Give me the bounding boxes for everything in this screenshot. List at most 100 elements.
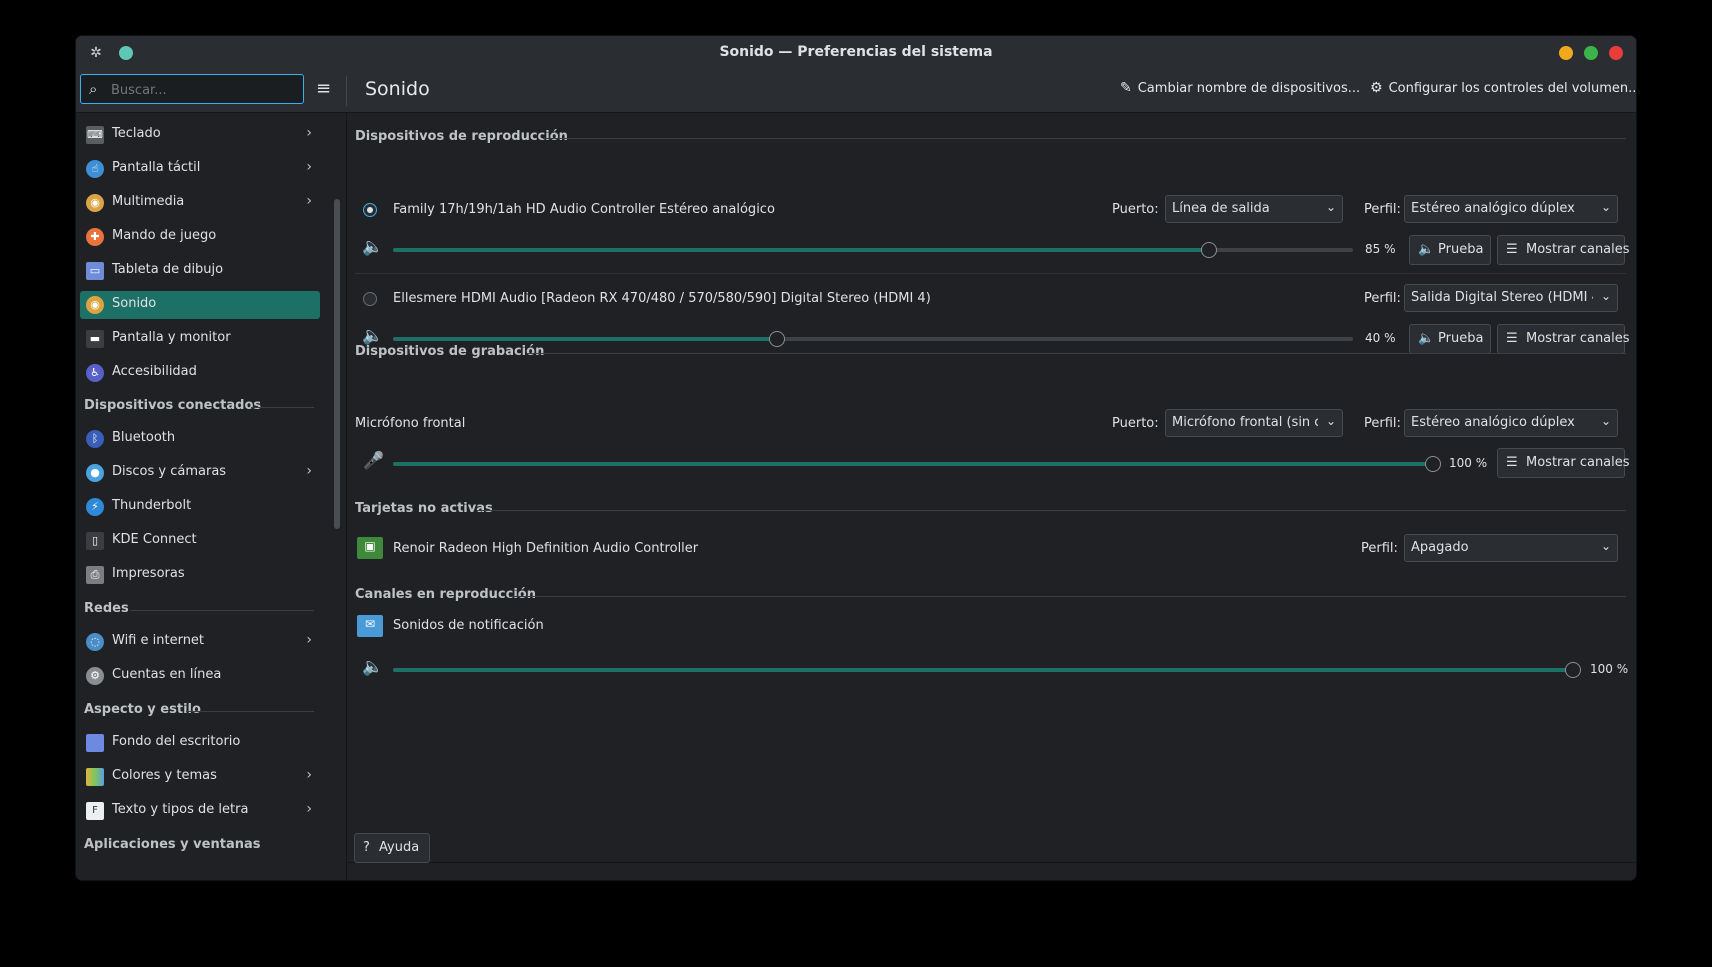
chevron-right-icon: › xyxy=(306,193,312,209)
profile-select[interactable]: Estéreo analógico dúplex ⌄ xyxy=(1404,195,1618,223)
sidebar: ⌨ Teclado › ☝ Pantalla táctil › ◉ Multim… xyxy=(76,113,324,880)
slider-handle[interactable] xyxy=(769,331,785,347)
profile-select[interactable]: Apagado ⌄ xyxy=(1404,534,1618,562)
section-heading-connected-devices: Dispositivos conectados xyxy=(84,398,262,413)
test-button-1[interactable]: 🔈 Prueba xyxy=(1409,235,1491,265)
chevron-down-icon: ⌄ xyxy=(1325,200,1336,214)
disks-icon: ● xyxy=(86,464,104,482)
sidebar-item-drawing-tablet[interactable]: ▭ Tableta de dibujo xyxy=(80,257,320,285)
sidebar-item-multimedia[interactable]: ◉ Multimedia › xyxy=(80,189,320,217)
kdeconnect-icon: ▯ xyxy=(86,532,104,550)
minimize-button[interactable] xyxy=(1559,46,1573,60)
chevron-down-icon: ⌄ xyxy=(1600,539,1611,553)
sidebar-item-disks[interactable]: ● Discos y cámaras › xyxy=(80,459,320,487)
device-radio-2[interactable] xyxy=(363,292,377,306)
section-divider xyxy=(543,138,1626,139)
accounts-icon: ⚙ xyxy=(86,667,104,685)
sidebar-item-printers[interactable]: ⎙ Impresoras xyxy=(80,561,320,589)
section-heading-networks: Redes xyxy=(84,601,129,616)
speaker-icon: 🔈 xyxy=(1418,242,1435,257)
stream-volume-slider[interactable] xyxy=(393,662,1581,678)
channels-icon: ☰ xyxy=(1506,331,1518,346)
monitor-icon: ▬ xyxy=(86,330,104,348)
sidebar-item-sound[interactable]: ◉ Sonido xyxy=(80,291,320,319)
profile-select[interactable]: Estéreo analógico dúplex ⌄ xyxy=(1404,409,1618,437)
keyboard-icon: ⌨ xyxy=(86,126,104,144)
chevron-right-icon: › xyxy=(306,463,312,479)
search-input[interactable] xyxy=(109,79,298,101)
chevron-down-icon: ⌄ xyxy=(1600,289,1611,303)
thunderbolt-icon: ⚡ xyxy=(86,498,104,516)
sidebar-item-keyboard[interactable]: ⌨ Teclado › xyxy=(80,121,320,149)
device-radio-1[interactable] xyxy=(363,203,377,217)
rename-devices-button[interactable]: ✎ Cambiar nombre de dispositivos... xyxy=(1120,80,1360,96)
port-select[interactable]: Línea de salida ⌄ xyxy=(1165,195,1343,223)
bluetooth-icon: ᛒ xyxy=(86,430,104,448)
section-heading-inactive-cards: Tarjetas no activas xyxy=(355,501,493,516)
chevron-right-icon: › xyxy=(306,159,312,175)
pencil-icon: ✎ xyxy=(1120,80,1132,96)
sidebar-item-accessibility[interactable]: ♿ Accesibilidad xyxy=(80,359,320,387)
profile-select[interactable]: Salida Digital Stereo (HDMI 4) ⌄ xyxy=(1404,284,1618,312)
slider-handle[interactable] xyxy=(1201,242,1217,258)
slider-fill xyxy=(393,248,1209,252)
sidebar-item-touchscreen[interactable]: ☝ Pantalla táctil › xyxy=(80,155,320,183)
search-field[interactable]: ⌕ xyxy=(80,74,304,104)
show-channels-button-2[interactable]: ☰ Mostrar canales xyxy=(1497,324,1630,354)
toolbar: ⌕ ≡ Sonido ✎Cambiar nombre de dispositiv… xyxy=(76,70,1636,113)
volume-percent-1: 85 % xyxy=(1365,242,1396,256)
maximize-button[interactable] xyxy=(1584,46,1598,60)
slider-handle[interactable] xyxy=(1565,662,1581,678)
recording-volume-percent: 100 % xyxy=(1449,456,1488,470)
chevron-down-icon: ⌄ xyxy=(1325,414,1336,428)
sidebar-scrollbar[interactable] xyxy=(331,113,345,880)
sidebar-item-online-accounts[interactable]: ⚙ Cuentas en línea xyxy=(80,662,320,690)
sidebar-item-wifi[interactable]: ◌ Wifi e internet › xyxy=(80,628,320,656)
sidebar-item-colors-themes[interactable]: Colores y temas › xyxy=(80,763,320,791)
sidebar-item-fonts[interactable]: F Texto y tipos de letra › xyxy=(80,797,320,825)
sidebar-item-bluetooth[interactable]: ᛒ Bluetooth xyxy=(80,425,320,453)
speaker-icon[interactable]: 🔈 xyxy=(362,657,383,677)
scrollbar-thumb[interactable] xyxy=(334,199,340,529)
sidebar-item-kde-connect[interactable]: ▯ KDE Connect xyxy=(80,527,320,555)
wifi-icon: ◌ xyxy=(86,633,104,651)
microphone-icon[interactable]: 🎤 xyxy=(363,451,384,471)
help-icon: ? xyxy=(363,840,370,855)
slider-fill xyxy=(393,668,1573,672)
speaker-icon[interactable]: 🔈 xyxy=(362,326,383,346)
footer-divider xyxy=(347,862,1636,863)
stream-volume-percent: 100 % xyxy=(1590,662,1629,676)
sidebar-item-thunderbolt[interactable]: ⚡ Thunderbolt xyxy=(80,493,320,521)
wallpaper-icon xyxy=(86,734,104,752)
channels-icon: ☰ xyxy=(1506,455,1518,470)
section-divider xyxy=(477,510,1626,511)
configure-volume-controls-button[interactable]: ⚙ Configurar los controles del volumen... xyxy=(1370,80,1636,96)
help-button[interactable]: ? Ayuda xyxy=(354,833,430,863)
show-channels-button-recording[interactable]: ☰ Mostrar canales xyxy=(1497,448,1630,478)
show-channels-button-1[interactable]: ☰ Mostrar canales xyxy=(1497,235,1630,265)
section-divider xyxy=(509,596,1626,597)
sidebar-item-display[interactable]: ▬ Pantalla y monitor xyxy=(80,325,320,353)
speaker-icon[interactable]: 🔈 xyxy=(362,237,383,257)
notification-icon: ✉ xyxy=(357,615,383,637)
slider-handle[interactable] xyxy=(1425,456,1441,472)
multimedia-icon: ◉ xyxy=(86,194,104,212)
volume-slider-1[interactable] xyxy=(393,242,1353,258)
device-name-1: Family 17h/19h/1ah HD Audio Controller E… xyxy=(393,202,775,217)
close-button[interactable] xyxy=(1609,46,1623,60)
hamburger-menu-icon[interactable]: ≡ xyxy=(316,78,331,99)
profile-label: Perfil: xyxy=(1364,416,1401,431)
tablet-icon: ▭ xyxy=(86,262,104,280)
sidebar-item-wallpaper[interactable]: Fondo del escritorio xyxy=(80,729,320,757)
sound-icon: ◉ xyxy=(86,296,104,314)
test-button-2[interactable]: 🔈 Prueba xyxy=(1409,324,1491,354)
sidebar-item-gamepad[interactable]: ✚ Mando de juego xyxy=(80,223,320,251)
page-title: Sonido xyxy=(365,78,430,100)
port-select[interactable]: Micrófono frontal (sin con⌄ xyxy=(1165,409,1343,437)
profile-label: Perfil: xyxy=(1364,291,1401,306)
speaker-icon: 🔈 xyxy=(1418,331,1435,346)
section-divider xyxy=(130,610,314,611)
recording-volume-slider[interactable] xyxy=(393,456,1441,472)
volume-slider-2[interactable] xyxy=(393,331,1353,347)
colors-icon xyxy=(86,768,104,786)
